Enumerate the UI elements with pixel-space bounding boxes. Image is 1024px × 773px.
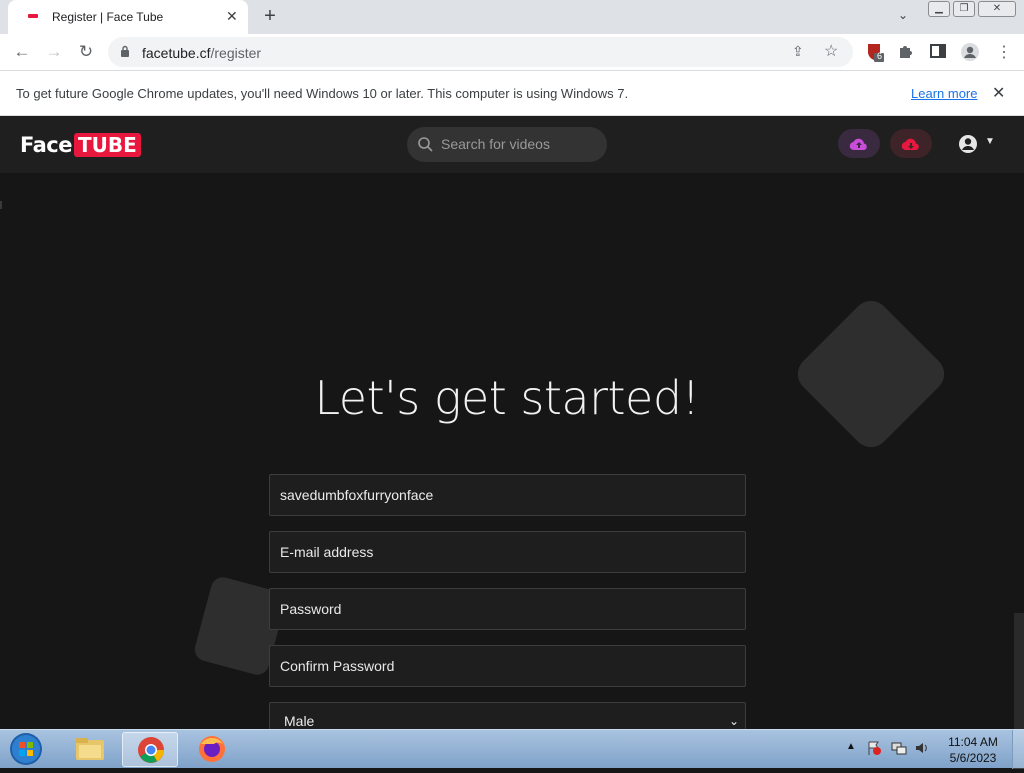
facetube-logo[interactable]: Face TUBE (20, 133, 141, 159)
back-arrow-icon[interactable]: ← (10, 40, 34, 64)
infobar-message: To get future Google Chrome updates, you… (16, 86, 629, 101)
network-icon[interactable] (891, 740, 907, 756)
update-infobar: To get future Google Chrome updates, you… (0, 70, 1024, 116)
new-tab-button[interactable]: + (258, 4, 282, 28)
extension-badge: 6 (877, 51, 883, 61)
tray-expand-icon[interactable]: ▲ (846, 741, 856, 752)
taskbar-chrome[interactable] (122, 732, 178, 767)
page-scrollbar[interactable] (1014, 613, 1024, 729)
tab-close-icon[interactable]: ✕ (226, 8, 238, 25)
learn-more-link[interactable]: Learn more (911, 86, 977, 101)
url-path: /register (210, 45, 262, 61)
clock-date: 5/6/2023 (949, 751, 997, 765)
taskbar-firefox[interactable] (184, 732, 240, 767)
lock-icon (121, 45, 129, 57)
restore-button[interactable]: ❐ (953, 1, 975, 17)
share-icon[interactable]: ⇪ (792, 43, 804, 60)
system-clock[interactable]: 11:04 AM 5/6/2023 (940, 734, 1006, 766)
upload-button[interactable] (838, 129, 880, 158)
logo-face-text: Face (20, 133, 72, 157)
chevron-down-icon: ⌄ (728, 714, 739, 728)
extension-shield-icon[interactable]: 6 (865, 42, 885, 62)
volume-icon[interactable] (914, 740, 930, 756)
password-field[interactable] (269, 588, 746, 630)
left-edge-marker (0, 201, 2, 209)
video-search-box (407, 127, 607, 162)
address-bar[interactable]: facetube.cf/register ⇪ ☆ (108, 37, 853, 67)
email-field[interactable] (269, 531, 746, 573)
action-center-flag-icon[interactable] (866, 740, 882, 756)
url-text: facetube.cf/register (142, 45, 261, 61)
gender-selected-value: Male (284, 713, 315, 729)
side-panel-icon[interactable] (929, 42, 949, 62)
infobar-close-icon[interactable]: ✕ (992, 83, 1005, 103)
windows-taskbar: ▲ 11:04 AM 5/6/2023 (0, 729, 1024, 769)
window-controls: ▁ ❐ ✕ (898, 0, 1024, 20)
search-input[interactable] (441, 134, 601, 154)
url-host: facetube.cf (142, 45, 211, 61)
clock-time: 11:04 AM (948, 735, 998, 749)
facetube-favicon-icon (28, 14, 38, 18)
search-icon (418, 137, 433, 152)
forward-arrow-icon[interactable]: → (42, 40, 66, 64)
close-window-button[interactable]: ✕ (978, 1, 1016, 17)
minimize-button[interactable]: ▁ (928, 1, 950, 17)
profile-avatar-icon[interactable] (960, 42, 980, 62)
folder-icon (76, 738, 104, 760)
browser-toolbar: ← → ↻ facetube.cf/register ⇪ ☆ 6 ⋮ (0, 34, 1024, 70)
show-desktop-button[interactable] (1012, 730, 1024, 769)
caret-down-icon: ▼ (985, 136, 995, 147)
windows-start-orb-icon (10, 733, 42, 765)
user-circle-icon (959, 135, 977, 153)
taskbar-explorer[interactable] (62, 732, 118, 767)
reload-icon[interactable]: ↻ (74, 40, 98, 64)
download-button[interactable] (890, 129, 932, 158)
confirm-password-field[interactable] (269, 645, 746, 687)
account-menu-button[interactable]: ▼ (957, 133, 999, 155)
page-headline: Let's get started! (314, 371, 700, 425)
register-page: Let's get started! Male ⌄ (0, 173, 1024, 729)
tab-strip: Register | Face Tube ✕ + ⌄ ▁ ❐ ✕ (0, 0, 1024, 34)
firefox-icon (199, 736, 225, 762)
username-field[interactable] (269, 474, 746, 516)
gender-select[interactable]: Male ⌄ (269, 702, 746, 729)
chrome-menu-icon[interactable]: ⋮ (996, 42, 1016, 62)
extensions-puzzle-icon[interactable] (897, 42, 917, 62)
browser-tab[interactable]: Register | Face Tube ✕ (8, 0, 248, 34)
cloud-upload-icon (849, 138, 867, 150)
logo-tube-text: TUBE (73, 133, 141, 157)
chrome-icon (138, 737, 164, 763)
start-button[interactable] (6, 731, 46, 767)
site-header: FaceTUBE ▼ (0, 116, 1024, 173)
tab-title: Register | Face Tube (52, 10, 164, 24)
cloud-download-icon (901, 138, 919, 150)
bookmark-star-icon[interactable]: ☆ (824, 41, 838, 61)
